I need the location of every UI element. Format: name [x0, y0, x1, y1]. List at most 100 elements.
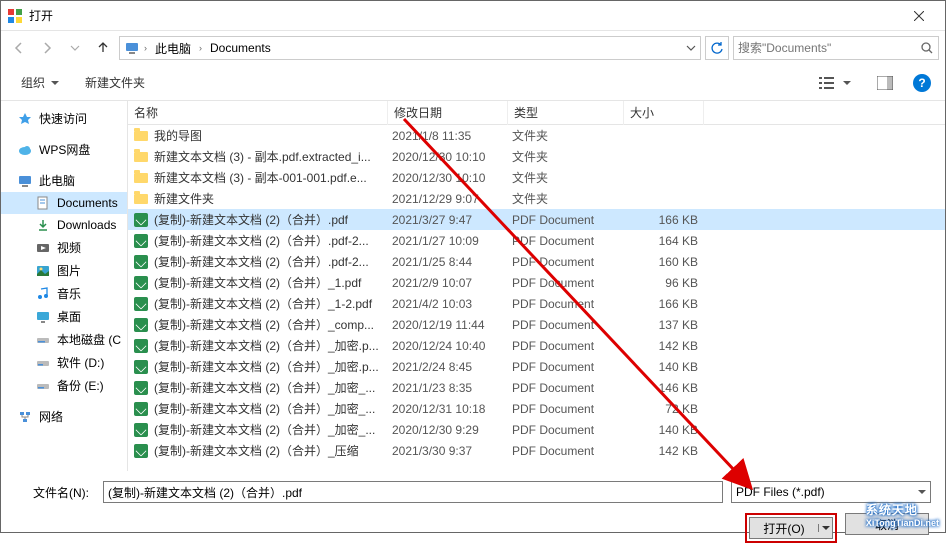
open-button-highlight: 打开(O)	[745, 513, 837, 543]
video-icon	[35, 240, 51, 256]
file-row[interactable]: (复制)-新建文本文档 (2)（合并）.pdf2021/3/27 9:47PDF…	[128, 209, 945, 230]
help-icon: ?	[918, 76, 925, 90]
folder-icon	[132, 173, 150, 183]
file-type-filter[interactable]: PDF Files (*.pdf)	[731, 481, 931, 503]
app-icon	[7, 8, 23, 24]
column-header-type[interactable]: 类型	[508, 101, 624, 125]
file-size: 96 KB	[628, 276, 708, 290]
search-input[interactable]	[738, 41, 920, 55]
chevron-down-icon	[51, 79, 59, 87]
file-name: (复制)-新建文本文档 (2)（合并）_加密.p...	[150, 358, 392, 375]
pdf-icon	[132, 255, 150, 269]
file-date: 2020/12/24 10:40	[392, 339, 512, 353]
file-row[interactable]: (复制)-新建文本文档 (2)（合并）_加密.p...2020/12/24 10…	[128, 335, 945, 356]
breadcrumb-sep-icon: ›	[142, 43, 149, 53]
view-button[interactable]	[813, 72, 857, 94]
file-type: 文件夹	[512, 169, 628, 186]
file-type: PDF Document	[512, 213, 628, 227]
open-button[interactable]: 打开(O)	[749, 517, 833, 539]
file-row[interactable]: (复制)-新建文本文档 (2)（合并）.pdf-2...2021/1/27 10…	[128, 230, 945, 251]
sidebar: 快速访问 WPS网盘 此电脑 Documents Downloads 视频 图片…	[1, 101, 127, 471]
file-type: PDF Document	[512, 318, 628, 332]
file-name: 新建文件夹	[150, 190, 392, 207]
breadcrumb-seg-pc[interactable]: 此电脑	[151, 38, 195, 59]
filename-input[interactable]	[103, 481, 723, 503]
pdf-icon	[132, 381, 150, 395]
nav-recent-dropdown[interactable]	[63, 36, 87, 60]
sidebar-item-documents[interactable]: Documents	[1, 192, 127, 214]
file-row[interactable]: 新建文本文档 (3) - 副本-001-001.pdf.e...2020/12/…	[128, 167, 945, 188]
file-date: 2021/12/29 9:07	[392, 192, 512, 206]
sidebar-item-music[interactable]: 音乐	[1, 282, 127, 305]
refresh-button[interactable]	[705, 36, 729, 60]
music-icon	[35, 286, 51, 302]
sidebar-item-wps[interactable]: WPS网盘	[1, 138, 127, 161]
file-row[interactable]: (复制)-新建文本文档 (2)（合并）_1-2.pdf2021/4/2 10:0…	[128, 293, 945, 314]
file-row[interactable]: (复制)-新建文本文档 (2)（合并）_comp...2020/12/19 11…	[128, 314, 945, 335]
organize-button[interactable]: 组织	[15, 70, 65, 95]
pdf-icon	[132, 339, 150, 353]
file-row[interactable]: (复制)-新建文本文档 (2)（合并）_加密.p...2021/2/24 8:4…	[128, 356, 945, 377]
file-name: 新建文本文档 (3) - 副本.pdf.extracted_i...	[150, 148, 392, 165]
file-list[interactable]: 我的导图2021/1/8 11:35文件夹新建文本文档 (3) - 副本.pdf…	[128, 125, 945, 471]
file-list-header: 名称 修改日期 类型 大小	[128, 101, 945, 125]
file-row[interactable]: (复制)-新建文本文档 (2)（合并）_1.pdf2021/2/9 10:07P…	[128, 272, 945, 293]
chevron-down-icon	[918, 488, 926, 496]
file-date: 2021/2/9 10:07	[392, 276, 512, 290]
file-row[interactable]: 我的导图2021/1/8 11:35文件夹	[128, 125, 945, 146]
file-type: PDF Document	[512, 297, 628, 311]
sidebar-item-drive-d[interactable]: 软件 (D:)	[1, 351, 127, 374]
file-row[interactable]: (复制)-新建文本文档 (2)（合并）.pdf-2...2021/1/25 8:…	[128, 251, 945, 272]
file-name: (复制)-新建文本文档 (2)（合并）_comp...	[150, 316, 392, 333]
pdf-icon	[132, 402, 150, 416]
open-button-dropdown[interactable]	[818, 524, 832, 532]
chevron-down-icon[interactable]	[686, 43, 696, 53]
file-row[interactable]: (复制)-新建文本文档 (2)（合并）_压缩2021/3/30 9:37PDF …	[128, 440, 945, 461]
desktop-icon	[35, 309, 51, 325]
sidebar-item-drive-c[interactable]: 本地磁盘 (C	[1, 328, 127, 351]
address-bar[interactable]: › 此电脑 › Documents	[119, 36, 701, 60]
file-name: (复制)-新建文本文档 (2)（合并）_1-2.pdf	[150, 295, 392, 312]
sidebar-item-videos[interactable]: 视频	[1, 236, 127, 259]
sidebar-item-this-pc[interactable]: 此电脑	[1, 169, 127, 192]
sidebar-item-pictures[interactable]: 图片	[1, 259, 127, 282]
file-type: PDF Document	[512, 423, 628, 437]
titlebar: 打开	[1, 1, 945, 31]
sidebar-item-desktop[interactable]: 桌面	[1, 305, 127, 328]
network-icon	[17, 409, 33, 425]
file-name: (复制)-新建文本文档 (2)（合并）_1.pdf	[150, 274, 392, 291]
breadcrumb-seg-documents[interactable]: Documents	[206, 39, 275, 57]
preview-pane-button[interactable]	[871, 72, 899, 94]
file-date: 2020/12/30 10:10	[392, 171, 512, 185]
file-name: 我的导图	[150, 127, 392, 144]
file-row[interactable]: (复制)-新建文本文档 (2)（合并）_加密_...2020/12/30 9:2…	[128, 419, 945, 440]
file-type: PDF Document	[512, 360, 628, 374]
file-name: (复制)-新建文本文档 (2)（合并）.pdf-2...	[150, 232, 392, 249]
file-row[interactable]: (复制)-新建文本文档 (2)（合并）_加密_...2021/1/23 8:35…	[128, 377, 945, 398]
nav-back[interactable]	[7, 36, 31, 60]
column-header-date[interactable]: 修改日期	[388, 101, 508, 125]
file-row[interactable]: 新建文本文档 (3) - 副本.pdf.extracted_i...2020/1…	[128, 146, 945, 167]
sidebar-item-network[interactable]: 网络	[1, 405, 127, 428]
nav-forward[interactable]	[35, 36, 59, 60]
file-size: 166 KB	[628, 297, 708, 311]
file-row[interactable]: 新建文件夹2021/12/29 9:07文件夹	[128, 188, 945, 209]
file-row[interactable]: (复制)-新建文本文档 (2)（合并）_加密_...2020/12/31 10:…	[128, 398, 945, 419]
file-name: (复制)-新建文本文档 (2)（合并）_加密_...	[150, 421, 392, 438]
folder-icon	[132, 194, 150, 204]
column-header-size[interactable]: 大小	[624, 101, 704, 125]
sidebar-item-downloads[interactable]: Downloads	[1, 214, 127, 236]
sidebar-item-quick-access[interactable]: 快速访问	[1, 107, 127, 130]
nav-up[interactable]	[91, 36, 115, 60]
search-box[interactable]	[733, 36, 939, 60]
file-date: 2020/12/31 10:18	[392, 402, 512, 416]
drive-icon	[35, 378, 51, 394]
new-folder-button[interactable]: 新建文件夹	[79, 70, 151, 95]
folder-icon	[132, 131, 150, 141]
close-button[interactable]	[899, 2, 939, 30]
column-header-name[interactable]: 名称	[128, 101, 388, 125]
help-button[interactable]: ?	[913, 74, 931, 92]
sidebar-item-drive-e[interactable]: 备份 (E:)	[1, 374, 127, 397]
star-icon	[17, 111, 33, 127]
pdf-icon	[132, 360, 150, 374]
